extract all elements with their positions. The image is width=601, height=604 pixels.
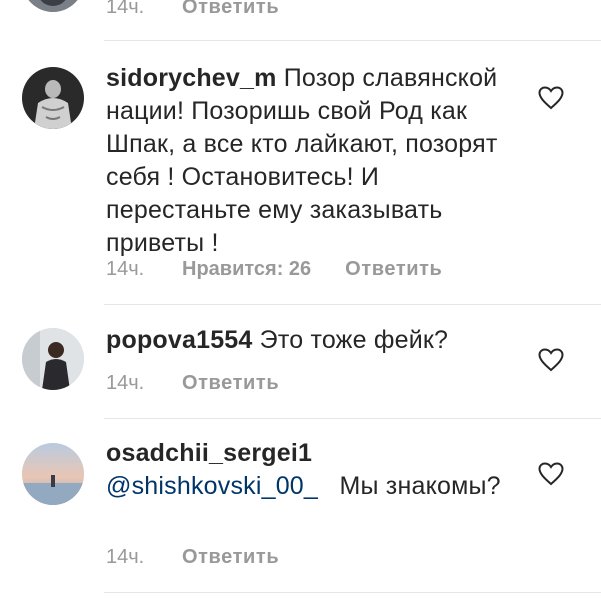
divider xyxy=(104,418,601,419)
comment-text-block: osadchii_sergei1 @shishkovski_00_ Мы зна… xyxy=(106,437,516,503)
reply-button[interactable]: Ответить xyxy=(182,372,279,395)
divider xyxy=(104,304,601,305)
likes-count[interactable]: Нравится: 26 xyxy=(182,258,311,281)
divider xyxy=(104,592,601,593)
avatar[interactable] xyxy=(22,67,84,129)
reply-button[interactable]: Ответить xyxy=(182,546,279,569)
comment-text-block: sidorychev_m Позор славянской нации! Поз… xyxy=(106,62,516,260)
avatar[interactable] xyxy=(22,443,84,505)
comment-text: Это тоже фейк? xyxy=(259,326,449,354)
comment-time: 14ч. xyxy=(106,546,145,568)
heart-outline-icon[interactable] xyxy=(538,462,564,486)
heart-outline-icon[interactable] xyxy=(538,348,564,372)
comment-time: 14ч. xyxy=(106,372,145,394)
reply-button[interactable]: Ответить xyxy=(345,258,442,281)
heart-outline-icon[interactable] xyxy=(538,86,564,110)
comment-text-block: popova1554 Это тоже фейк? xyxy=(106,324,516,357)
comment-text: Позор славянской нации! Позоришь свой Ро… xyxy=(106,64,498,257)
comment-username[interactable]: sidorychev_m xyxy=(106,64,277,92)
comment-time: 14ч. xyxy=(106,258,145,280)
reply-button[interactable]: Ответить xyxy=(182,0,279,19)
comment-username[interactable]: osadchii_sergei1 xyxy=(106,439,312,467)
comment-username[interactable]: popova1554 xyxy=(106,326,253,354)
avatar[interactable] xyxy=(22,0,84,12)
comment-text: Мы знакомы? xyxy=(339,472,501,500)
divider xyxy=(104,40,601,41)
comment-time: 14ч. xyxy=(106,0,145,18)
mention-link[interactable]: @shishkovski_00_ xyxy=(106,472,318,500)
avatar[interactable] xyxy=(22,328,84,390)
